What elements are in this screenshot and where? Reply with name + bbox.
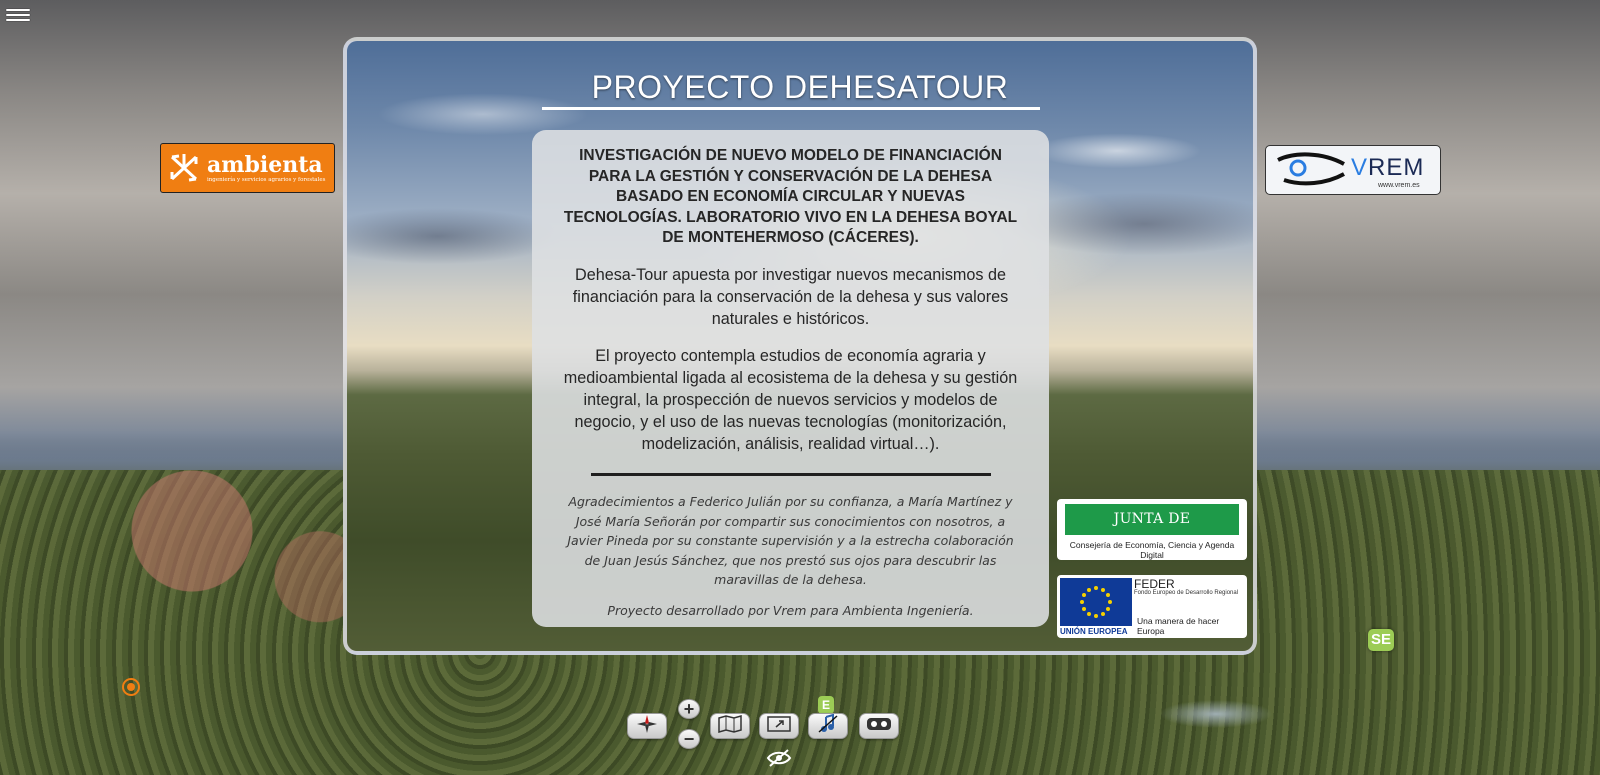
sound-off-icon — [816, 713, 840, 739]
location-hotspot[interactable] — [122, 678, 140, 696]
eu-flag-icon — [1060, 578, 1132, 626]
vrem-eye-icon — [1274, 150, 1349, 195]
map-icon — [718, 714, 742, 738]
feder-slogan: Una manera de hacer Europa — [1137, 616, 1220, 636]
vrem-logo[interactable]: VREM www.vrem.es — [1265, 145, 1441, 195]
vrem-name: VREM — [1351, 154, 1424, 182]
ambienta-name: ambienta — [207, 151, 323, 178]
vr-mode-button[interactable] — [859, 713, 899, 739]
zoom-in-button[interactable]: + — [678, 699, 700, 719]
junta-name: JUNTA DE EXTREMADURA — [1065, 504, 1239, 558]
vrem-name-rest: REM — [1368, 154, 1425, 181]
compass-icon — [636, 714, 658, 739]
hide-controls-button[interactable] — [765, 749, 793, 769]
project-description-2: El proyecto contempla estudios de econom… — [563, 346, 1018, 453]
fullscreen-button[interactable] — [759, 713, 799, 739]
compass-button[interactable] — [627, 713, 667, 739]
zoom-out-button[interactable]: − — [678, 729, 700, 749]
fullscreen-icon — [767, 715, 791, 738]
divider — [590, 472, 991, 476]
ambienta-subtitle: ingeniería y servicios agrarios y forest… — [207, 176, 326, 183]
junta-extremadura-logo: JUNTA DE EXTREMADURA Consejería de Econo… — [1057, 499, 1247, 560]
vrem-url: www.vrem.es — [1378, 182, 1420, 189]
project-description-1: Dehesa-Tour apuesta por investigar nuevo… — [572, 265, 1009, 328]
info-panel: PROYECTO DEHESATOUR INVESTIGACIÓN DE NUE… — [343, 37, 1257, 655]
ambienta-mark-icon — [167, 151, 201, 185]
hamburger-menu-icon[interactable] — [6, 6, 30, 26]
feder-subtitle: Fondo Europeo de Desarrollo Regional — [1134, 590, 1239, 596]
hotspot-se[interactable]: SE — [1368, 629, 1394, 651]
ambienta-logo[interactable]: ambienta ingeniería y servicios agrarios… — [160, 143, 335, 193]
vrem-name-v: V — [1351, 154, 1369, 181]
hide-eye-icon — [765, 749, 793, 771]
acknowledgements: Agradecimientos a Federico Julián por su… — [567, 493, 1014, 588]
map-button[interactable] — [710, 713, 750, 739]
project-heading: INVESTIGACIÓN DE NUEVO MODELO DE FINANCI… — [563, 147, 1018, 247]
panel-title: PROYECTO DEHESATOUR — [591, 69, 1009, 105]
vr-glasses-icon — [866, 716, 892, 737]
feder-title: FEDER — [1134, 577, 1175, 591]
sound-toggle-button[interactable] — [808, 713, 848, 739]
feder-logo: UNIÓN EUROPEA FEDER Fondo Europeo de Des… — [1057, 575, 1247, 638]
hotspot-e[interactable]: E — [818, 696, 834, 714]
title-underline — [542, 107, 1040, 110]
project-credit: Proyecto desarrollado por Vrem para Ambi… — [607, 602, 974, 618]
eu-label: UNIÓN EUROPEA — [1060, 627, 1128, 636]
text-card: INVESTIGACIÓN DE NUEVO MODELO DE FINANCI… — [532, 130, 1049, 627]
